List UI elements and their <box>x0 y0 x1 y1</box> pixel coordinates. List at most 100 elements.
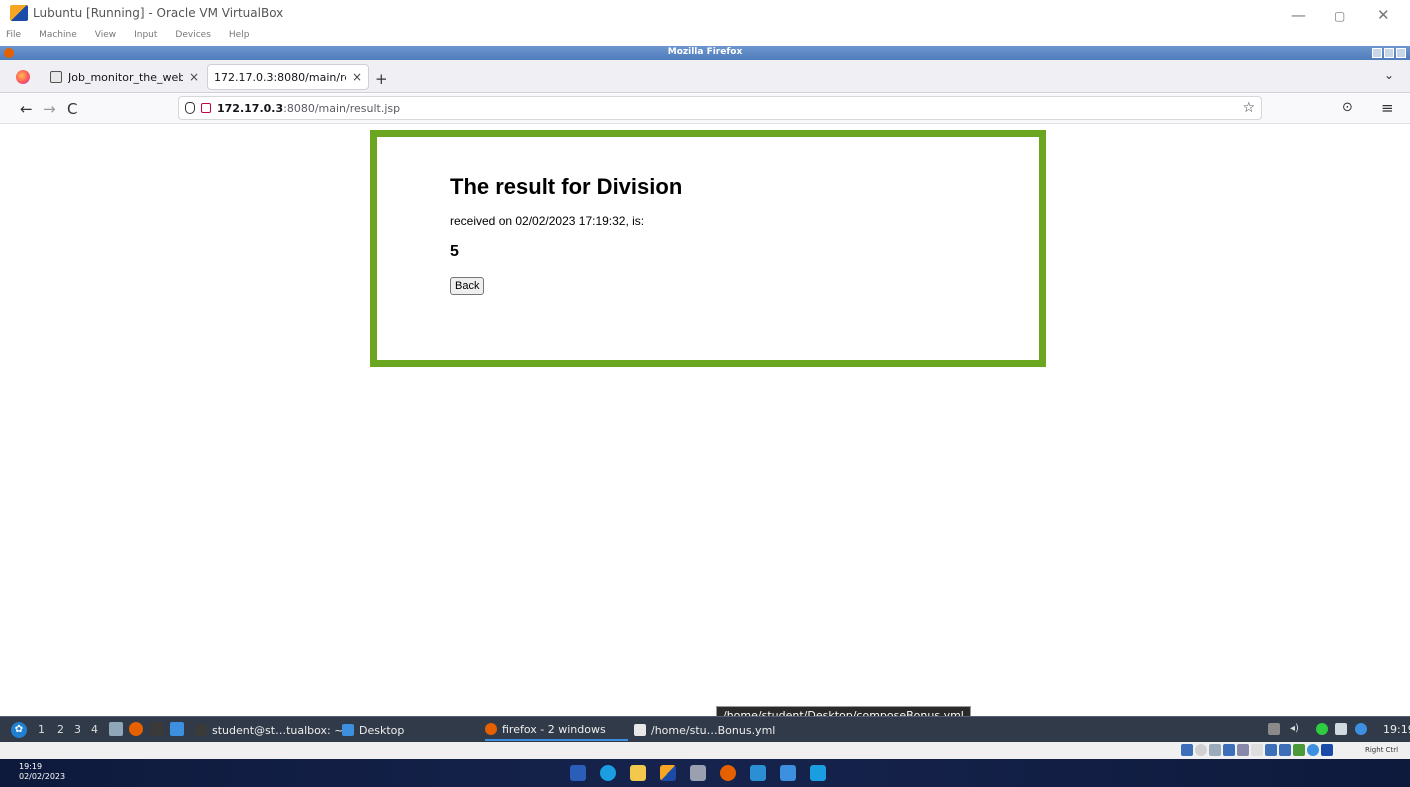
tab-job-monitor[interactable]: Job_monitor_the_website × <box>44 64 205 90</box>
display-icon[interactable] <box>1265 744 1277 756</box>
terminal-icon <box>195 724 207 736</box>
tab-close-icon[interactable]: × <box>352 70 362 84</box>
folder-icon <box>342 724 354 736</box>
virtualbox-menubar: File Machine View Input Devices Help <box>4 30 251 40</box>
update-notifier-icon[interactable] <box>1355 723 1367 735</box>
windows-clock[interactable]: 19:19 02/02/2023 <box>19 762 65 782</box>
back-button[interactable]: ← <box>20 100 33 118</box>
text-editor-icon <box>634 724 646 736</box>
window-minimize-icon[interactable] <box>1372 48 1382 58</box>
mouse-integration-icon[interactable] <box>1307 744 1319 756</box>
taskbar-task-firefox[interactable]: firefox - 2 windows <box>485 719 628 741</box>
virtualbox-app-icon[interactable] <box>660 765 676 781</box>
desktop-switch-1[interactable]: 1 <box>38 723 45 736</box>
shared-folders-icon[interactable] <box>1251 744 1263 756</box>
navigation-toolbar: ← → C 172.17.0.3:8080/main/result.jsp ☆ … <box>0 94 1410 124</box>
result-panel: The result for Division received on 02/0… <box>370 130 1046 367</box>
window-maximize-icon[interactable] <box>1384 48 1394 58</box>
virtualbox-titlebar: Lubuntu [Running] - Oracle VM VirtualBox… <box>0 0 1410 32</box>
menu-devices[interactable]: Devices <box>173 30 212 40</box>
network-adapter-icon[interactable] <box>1223 744 1235 756</box>
pocket-icon[interactable]: ⊙ <box>1342 100 1353 115</box>
page-title: The result for Division <box>450 174 683 199</box>
result-value: 5 <box>450 243 459 260</box>
tab-label: Job_monitor_the_website <box>68 70 183 84</box>
url-host: 172.17.0.3 <box>217 101 284 115</box>
hamburger-menu-icon[interactable]: ≡ <box>1381 99 1394 117</box>
terminal-launcher-icon[interactable] <box>150 722 164 736</box>
forward-button[interactable]: → <box>43 100 56 118</box>
close-button[interactable]: ✕ <box>1377 6 1390 24</box>
host-key-label: Right Ctrl <box>1365 746 1399 754</box>
virtualbox-icon <box>10 5 28 21</box>
menu-file[interactable]: File <box>4 30 23 40</box>
task-label: student@st…tualbox: ~ <box>212 723 344 737</box>
battery-icon[interactable] <box>1335 723 1347 735</box>
url-bar[interactable]: 172.17.0.3:8080/main/result.jsp ☆ <box>178 96 1262 120</box>
task-label: /home/stu…Bonus.yml <box>651 723 776 737</box>
firefox-icon <box>485 723 497 735</box>
virtualbox-status-bar: Right Ctrl <box>0 742 1410 759</box>
received-timestamp: received on 02/02/2023 17:19:32, is: <box>450 214 645 228</box>
notepad-icon[interactable] <box>780 765 796 781</box>
word-icon[interactable] <box>570 765 586 781</box>
start-menu-icon[interactable]: ✿ <box>11 722 27 738</box>
tracking-shield-icon[interactable] <box>185 102 195 114</box>
tab-result[interactable]: 172.17.0.3:8080/main/result × <box>207 64 369 90</box>
firefox-window-title: Mozilla Firefox <box>667 47 743 57</box>
file-explorer-icon[interactable] <box>630 765 646 781</box>
windows-date: 02/02/2023 <box>19 772 66 781</box>
optical-drive-icon[interactable] <box>1195 744 1207 756</box>
volume-icon[interactable]: ◂) <box>1290 723 1302 735</box>
tab-label: 172.17.0.3:8080/main/result <box>214 70 346 84</box>
url-path: :8080/main/result.jsp <box>283 101 401 115</box>
chrome-icon[interactable] <box>720 765 736 781</box>
windows-start-icon[interactable] <box>810 765 826 781</box>
panel-clock[interactable]: 19:19 <box>1383 723 1410 736</box>
menu-machine[interactable]: Machine <box>37 30 79 40</box>
desktop-switch-4[interactable]: 4 <box>91 723 98 736</box>
cube-app-icon[interactable] <box>690 765 706 781</box>
task-label: firefox - 2 windows <box>502 722 606 736</box>
maximize-button[interactable]: ▢ <box>1334 9 1345 23</box>
desktop-switch-3[interactable]: 3 <box>74 723 81 736</box>
edge-icon[interactable] <box>600 765 616 781</box>
new-tab-button[interactable]: + <box>375 70 388 88</box>
back-page-button[interactable]: Back <box>450 277 485 295</box>
recording-icon[interactable] <box>1279 744 1291 756</box>
network-icon[interactable] <box>1316 723 1328 735</box>
tab-favicon-icon <box>50 71 62 83</box>
windows-taskbar: 19:19 02/02/2023 <box>0 759 1410 787</box>
menu-view[interactable]: View <box>93 30 118 40</box>
cpu-icon[interactable] <box>1293 744 1305 756</box>
menu-help[interactable]: Help <box>227 30 252 40</box>
desktop-switch-2[interactable]: 2 <box>57 723 64 736</box>
file-manager-launcher-icon[interactable] <box>109 722 123 736</box>
virtualbox-title-text: Lubuntu [Running] - Oracle VM VirtualBox <box>33 6 284 20</box>
firefox-launcher-icon[interactable] <box>129 722 143 736</box>
firefox-window-controls <box>1372 48 1406 58</box>
taskbar-task-editor[interactable]: /home/stu…Bonus.yml <box>634 719 775 741</box>
menu-input[interactable]: Input <box>132 30 159 40</box>
firefox-view-icon[interactable] <box>16 70 30 84</box>
windows-time: 19:19 <box>19 762 43 771</box>
usb-icon[interactable] <box>1237 744 1249 756</box>
list-tabs-chevron-icon[interactable]: ⌄ <box>1384 68 1394 82</box>
show-desktop-icon[interactable] <box>170 722 184 736</box>
task-label: Desktop <box>359 723 405 737</box>
windows-pinned-apps <box>570 765 826 781</box>
audio-icon[interactable] <box>1209 744 1221 756</box>
firefox-window-titlebar: Mozilla Firefox <box>0 46 1410 60</box>
minimize-button[interactable]: — <box>1291 6 1306 24</box>
reload-button[interactable]: C <box>67 100 77 118</box>
keyboard-capture-icon[interactable] <box>1321 744 1333 756</box>
hard-disk-icon[interactable] <box>1181 744 1193 756</box>
taskbar-task-terminal[interactable]: student@st…tualbox: ~ <box>195 719 343 741</box>
tab-close-icon[interactable]: × <box>189 70 199 84</box>
window-close-icon[interactable] <box>1396 48 1406 58</box>
bookmark-star-icon[interactable]: ☆ <box>1242 100 1255 116</box>
remote-desktop-icon[interactable] <box>750 765 766 781</box>
insecure-lock-icon[interactable] <box>201 103 211 113</box>
keyboard-tray-icon[interactable] <box>1268 723 1280 735</box>
taskbar-task-desktop[interactable]: Desktop <box>342 719 404 741</box>
